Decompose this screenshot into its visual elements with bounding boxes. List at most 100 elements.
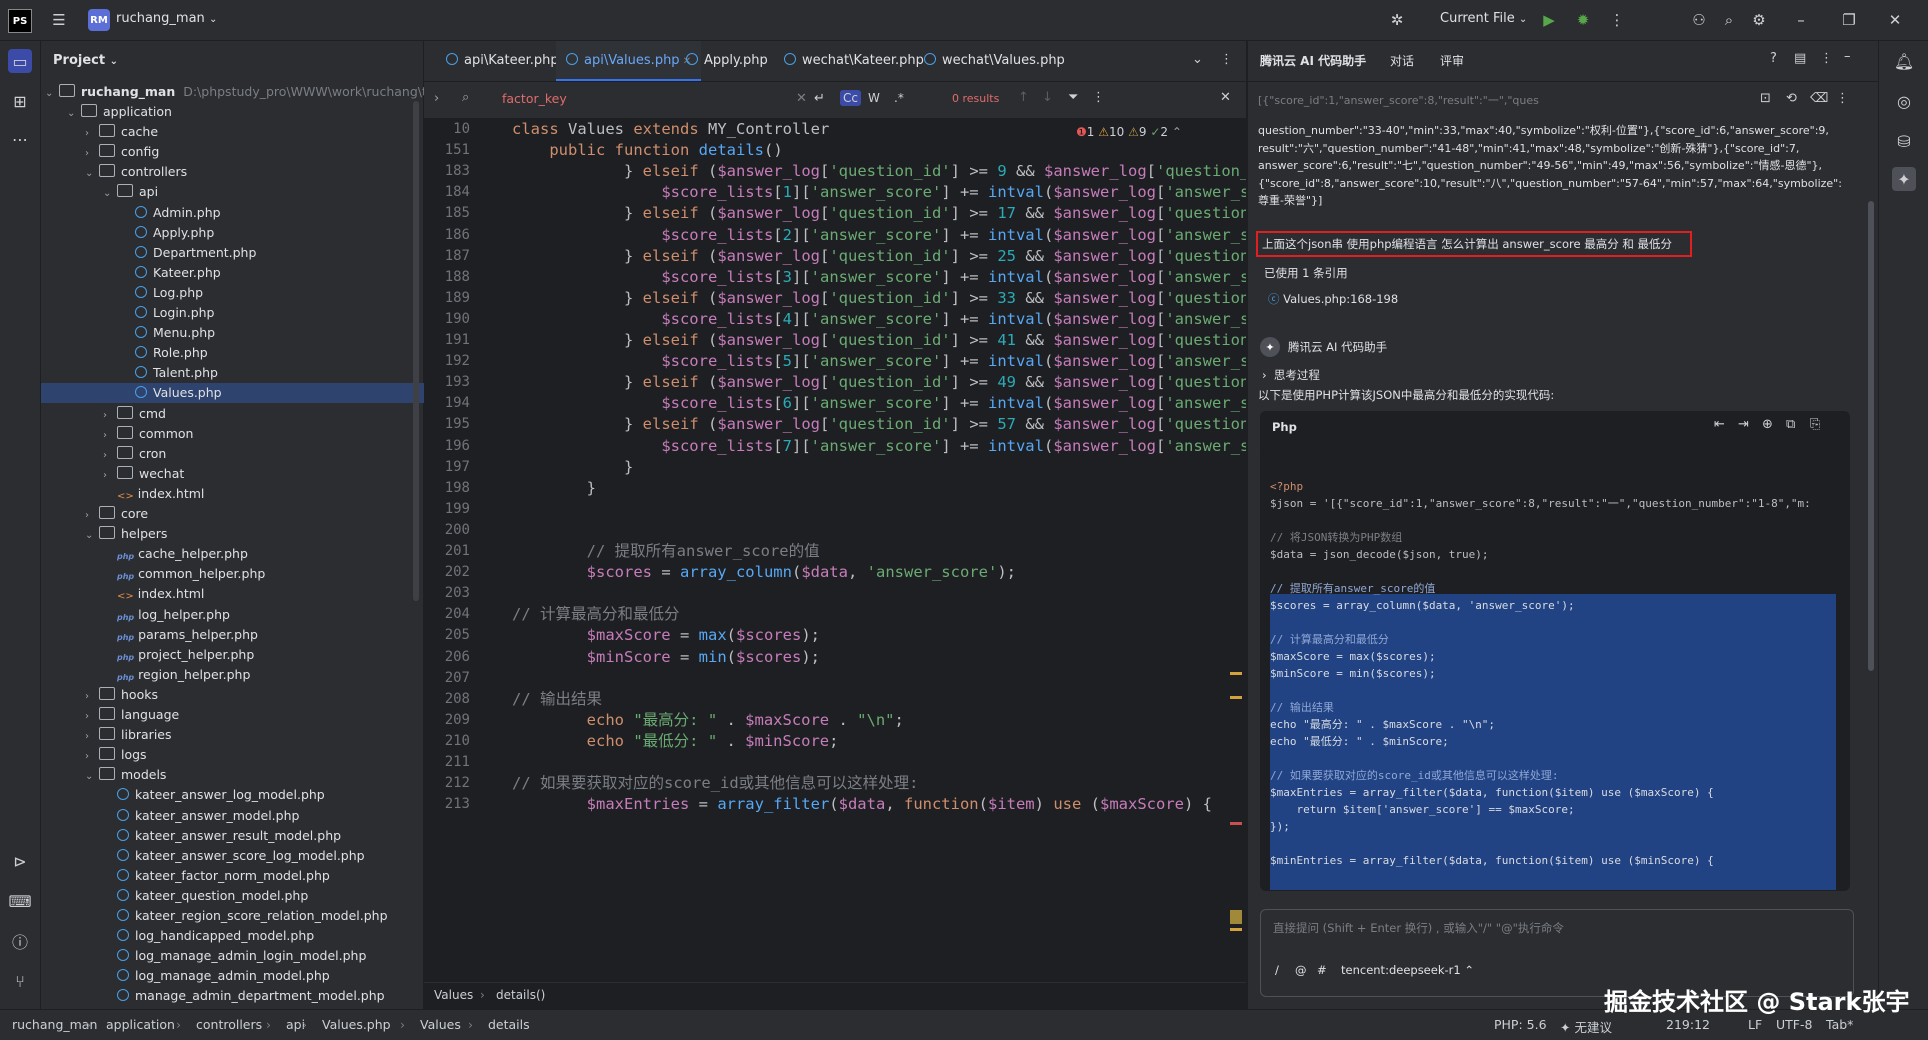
tree-folder[interactable]: › cache — [41, 122, 455, 142]
tab-review[interactable]: 评审 — [1440, 51, 1464, 71]
run-config-selector[interactable]: Current File ⌄ — [1440, 11, 1527, 26]
tabs-dropdown-icon[interactable]: ⌄ — [1192, 52, 1203, 67]
project-switcher[interactable]: ruchang_man ⌄ — [116, 11, 217, 26]
status-crumb[interactable]: ruchang_man — [12, 1017, 97, 1032]
search-input[interactable]: factor_key — [502, 91, 567, 106]
tree-folder[interactable]: › language — [41, 705, 455, 725]
tree-file[interactable]: kateer_answer_result_model.php — [41, 826, 473, 846]
thinking-toggle[interactable]: › 思考过程 — [1262, 365, 1320, 385]
code-line[interactable]: 213 $maxEntries = array_filter($data, fu… — [424, 791, 1246, 817]
code-editor[interactable]: 10 class Values extends MY_Controller 151 … — [424, 119, 1246, 981]
tree-folder[interactable]: › cron — [41, 444, 473, 464]
whole-words-toggle[interactable]: W — [868, 91, 880, 105]
insert-icon[interactable]: ⇥ — [1738, 417, 1749, 432]
caret-position[interactable]: 219:12 — [1666, 1017, 1710, 1032]
tree-file[interactable]: php common_helper.php — [41, 564, 473, 584]
file-encoding[interactable]: UTF-8 — [1776, 1017, 1812, 1032]
tree-folder[interactable]: ⌄ helpers — [41, 524, 455, 544]
run-icon[interactable]: ▶ — [1538, 9, 1560, 31]
close-icon[interactable]: ✕ — [1884, 9, 1906, 31]
services-icon[interactable]: ⊳ — [8, 849, 32, 873]
tree-folder[interactable]: › wechat — [41, 464, 473, 484]
more-vertical-icon[interactable]: ⋮ — [1092, 90, 1105, 105]
help-icon[interactable]: ? — [1770, 51, 1777, 66]
diff-icon[interactable]: ⊕ — [1762, 417, 1773, 432]
tencent-ai-icon[interactable]: ✦ — [1892, 167, 1916, 191]
copy-icon[interactable]: ⧉ — [1786, 417, 1795, 432]
breadcrumb-method[interactable]: details() — [496, 988, 545, 1002]
document-icon[interactable]: ▤ — [1794, 51, 1806, 66]
tree-file[interactable]: kateer_question_model.php — [41, 886, 473, 906]
project-folder-icon[interactable]: ▭ — [8, 49, 32, 73]
inspection-widget[interactable]: ❶1 ⚠10 ⚠9 ✓2 ⌃ — [1076, 119, 1244, 145]
chat-input[interactable]: 直接提问 (Shift + Enter 换行) , 或输入"/" "@"执行命令 — [1273, 918, 1564, 938]
minimize-icon[interactable]: – — [1790, 9, 1812, 31]
tree-folder[interactable]: › cmd — [41, 404, 473, 424]
prev-match-icon[interactable]: ↑ — [1018, 90, 1029, 105]
tree-file[interactable]: kateer_answer_log_model.php — [41, 785, 473, 805]
project-panel-title[interactable]: Project ⌄ — [53, 53, 118, 68]
tree-file[interactable]: php log_helper.php — [41, 605, 473, 625]
status-crumb[interactable]: Values.php — [322, 1017, 391, 1032]
editor-tab[interactable]: wechat\Values.php — [914, 41, 1075, 81]
terminal-icon[interactable]: ⌨ — [8, 889, 32, 913]
tree-file[interactable]: php project_helper.php — [41, 645, 473, 665]
error-marker[interactable] — [1230, 822, 1242, 825]
tree-file[interactable]: manage_admin_department_model.php — [41, 986, 473, 1006]
debug-bug-icon[interactable]: ✲ — [1386, 9, 1408, 31]
close-find-icon[interactable]: ✕ — [1220, 90, 1231, 105]
tree-file[interactable]: kateer_region_score_relation_model.php — [41, 906, 473, 926]
tree-folder[interactable]: ⌄ application — [41, 102, 437, 122]
tree-file[interactable]: log_manage_admin_login_model.php — [41, 946, 473, 966]
maximize-icon[interactable]: ❐ — [1838, 9, 1860, 31]
tree-file[interactable]: php cache_helper.php — [41, 544, 473, 564]
tree-file[interactable]: log_handicapped_model.php — [41, 926, 473, 946]
tree-file[interactable]: php params_helper.php — [41, 625, 473, 645]
git-icon[interactable]: ⑂ — [8, 969, 32, 993]
add-user-icon[interactable]: ⚇ — [1688, 9, 1710, 31]
more-vertical-icon[interactable]: ⋮ — [1606, 9, 1628, 31]
ai-suggestion-status[interactable]: ✦ 无建议 — [1560, 1017, 1612, 1036]
status-crumb[interactable]: controllers — [196, 1017, 262, 1032]
tree-folder[interactable]: › logs — [41, 745, 455, 765]
delete-icon[interactable]: ⌫ — [1810, 91, 1828, 106]
more-horizontal-icon[interactable]: ⋯ — [8, 127, 32, 151]
line-separator[interactable]: LF — [1748, 1017, 1762, 1032]
status-crumb[interactable]: application — [106, 1017, 175, 1032]
ai-assistant-icon[interactable]: ◎ — [1892, 89, 1916, 113]
tree-root[interactable]: ⌄ ruchang_man D:\phpstudy_pro\WWW\work\ru… — [45, 82, 446, 102]
tree-folder[interactable]: › common — [41, 424, 473, 444]
search-marker[interactable] — [1230, 910, 1242, 924]
hide-panel-icon[interactable]: – — [1844, 49, 1851, 64]
ref-file-link[interactable]: ⓒ Values.php:168-198 — [1268, 289, 1398, 309]
search-icon[interactable]: ⌕ — [1718, 9, 1740, 31]
notifications-icon[interactable]: 🔔︎ — [1892, 49, 1916, 73]
structure-icon[interactable]: ⊞ — [8, 89, 32, 113]
status-crumb[interactable]: details — [488, 1017, 530, 1032]
ai-scrollbar[interactable] — [1868, 201, 1874, 671]
tab-chat[interactable]: 对话 — [1390, 51, 1414, 71]
tree-scrollbar[interactable] — [413, 101, 419, 601]
ai-code-block[interactable]: <?php $json = '[{"score_id":1,"answer_sco… — [1260, 450, 1850, 890]
slash-command-icon[interactable]: / — [1275, 960, 1279, 980]
more-vertical-icon[interactable]: ⋮ — [1820, 51, 1833, 66]
new-file-icon[interactable]: ⎘ — [1810, 417, 1820, 432]
warning-marker[interactable] — [1230, 928, 1242, 931]
model-selector[interactable]: tencent:deepseek-r1 ⌃ — [1341, 960, 1474, 980]
filter-icon[interactable]: ⏷ — [1068, 90, 1078, 105]
php-version[interactable]: PHP: 5.6 — [1494, 1017, 1547, 1032]
tree-folder[interactable]: › libraries — [41, 725, 455, 745]
tree-file[interactable]: php region_helper.php — [41, 665, 473, 685]
error-stripe[interactable] — [1230, 120, 1244, 980]
more-vertical-icon[interactable]: ⋮ — [1836, 91, 1849, 106]
indent-setting[interactable]: Tab* — [1826, 1017, 1853, 1032]
next-match-icon[interactable]: ↓ — [1042, 90, 1053, 105]
warning-marker[interactable] — [1230, 672, 1242, 675]
match-case-toggle[interactable]: Cc — [840, 90, 861, 106]
tree-folder[interactable]: › core — [41, 504, 455, 524]
problems-icon[interactable]: ⓘ — [8, 929, 32, 953]
main-menu-icon[interactable]: ☰ — [48, 9, 70, 31]
expand-replace-icon[interactable]: › — [434, 91, 439, 106]
warning-marker[interactable] — [1230, 696, 1242, 699]
clear-search-icon[interactable]: ✕ — [796, 91, 807, 106]
